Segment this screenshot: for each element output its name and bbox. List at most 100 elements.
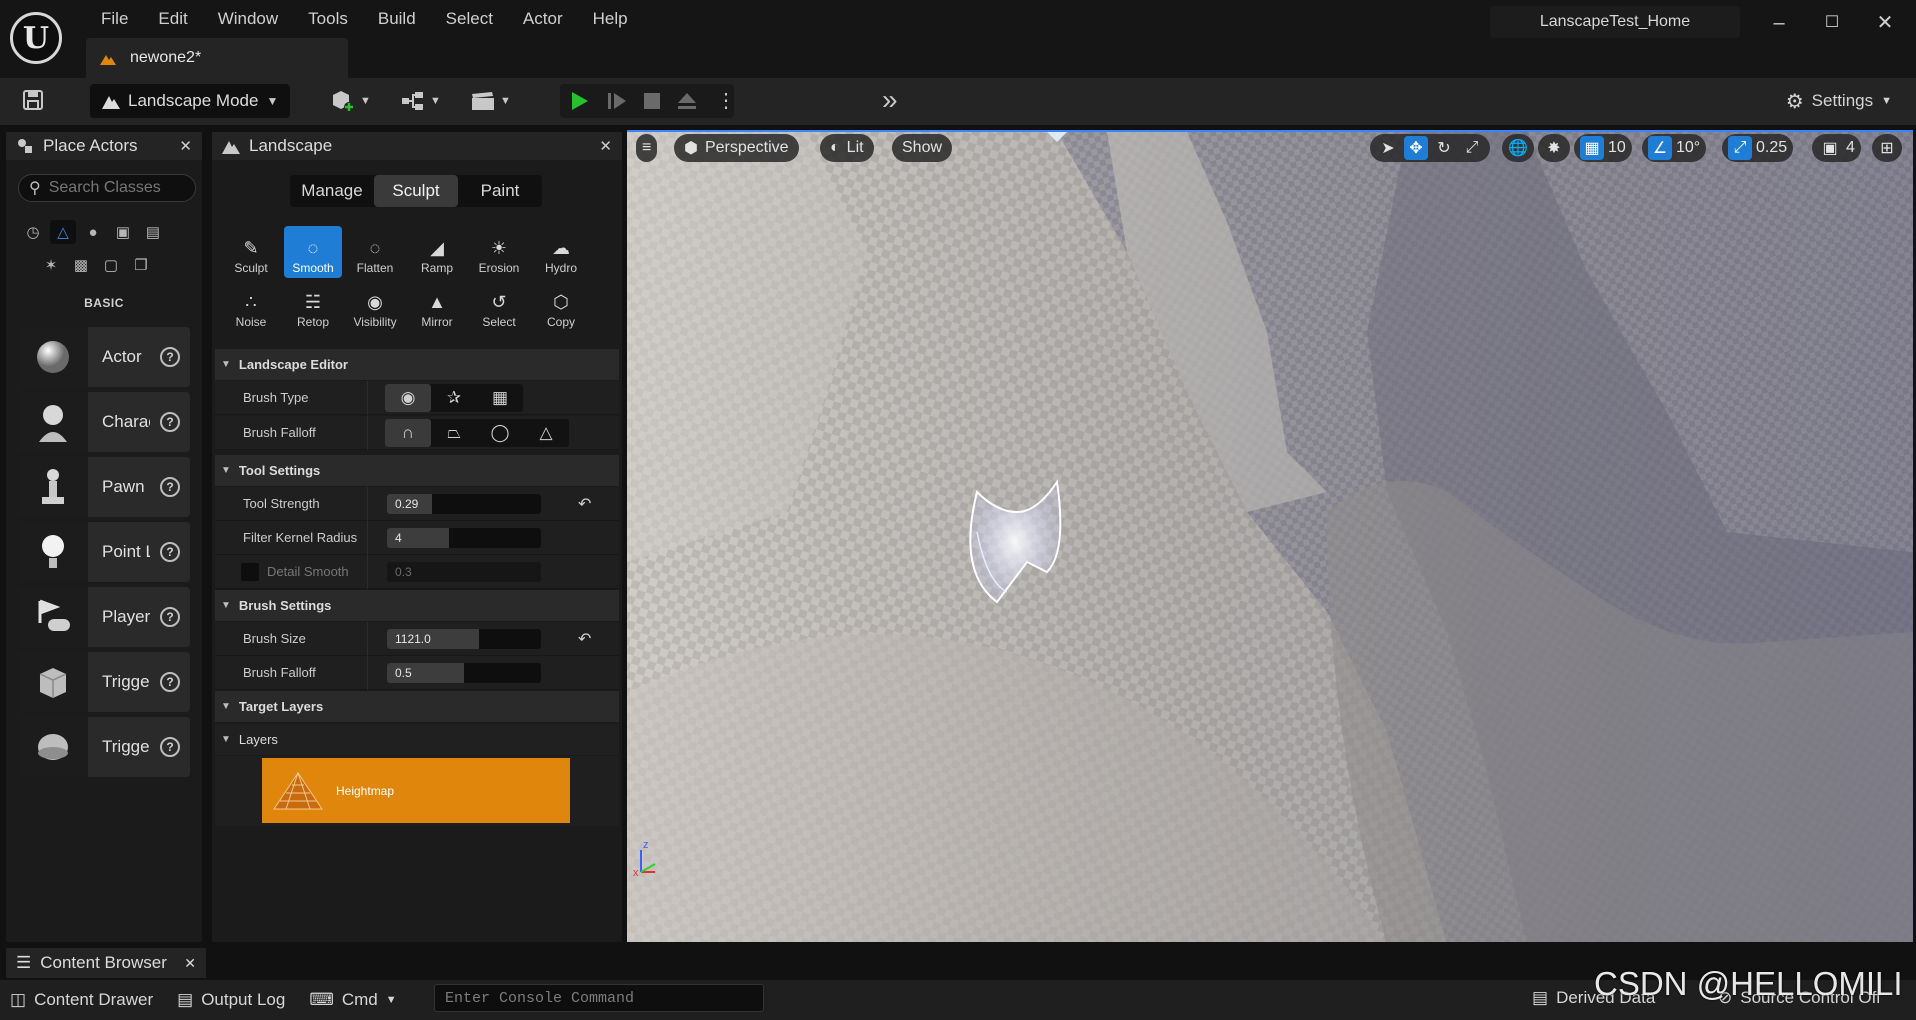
actor-item[interactable]: Player ? (18, 587, 190, 647)
actor-item[interactable]: Trigge ? (18, 717, 190, 777)
play-icon[interactable] (568, 90, 590, 117)
eject-icon[interactable] (676, 90, 698, 117)
camera-speed[interactable]: ▣ 4 (1812, 134, 1861, 162)
blueprints-button[interactable]: ▼ (400, 90, 441, 112)
tip-falloff-icon[interactable]: △ (523, 419, 569, 447)
menu-actor[interactable]: Actor (508, 8, 578, 30)
console-command-field[interactable] (445, 985, 755, 1011)
viewport-menu-button[interactable]: ≡ (636, 134, 658, 162)
surface-snap-button[interactable]: ✸ (1538, 134, 1570, 162)
actor-item[interactable]: Actor ? (18, 327, 190, 387)
detail-smooth-field[interactable]: 0.3 (387, 562, 541, 582)
close-icon[interactable]: ✕ (184, 955, 196, 972)
perspective-button[interactable]: ⬢ Perspective (674, 134, 799, 162)
visual-effects-icon[interactable]: ✶ (38, 253, 64, 277)
cinematics-button[interactable]: ▼ (470, 90, 511, 112)
help-icon[interactable]: ? (160, 737, 180, 757)
tool-select[interactable]: ↺ Select (470, 280, 528, 332)
help-icon[interactable]: ? (160, 542, 180, 562)
more-options-icon[interactable]: ⋮ (716, 88, 736, 113)
linear-falloff-icon[interactable]: ⏢ (431, 419, 477, 447)
close-icon[interactable]: ✕ (179, 137, 192, 155)
translate-icon[interactable]: ✥ (1404, 136, 1428, 160)
content-browser-tab[interactable]: ☰ Content Browser ✕ (6, 948, 206, 978)
level-viewport[interactable]: x z (627, 130, 1913, 942)
unreal-logo-icon[interactable]: U (10, 12, 62, 64)
reset-arrow-icon[interactable]: ↶ (578, 629, 591, 649)
section-brush-settings[interactable]: ▼ Brush Settings (215, 589, 619, 621)
view-mode-button[interactable]: ◐ Lit (820, 134, 874, 162)
tool-copy[interactable]: ⬡ Copy (532, 280, 590, 332)
tool-sculpt[interactable]: ✎ Sculpt (222, 226, 280, 278)
tool-strength-field[interactable]: 0.29 (387, 494, 541, 514)
reset-arrow-icon[interactable]: ↶ (578, 494, 591, 514)
actor-item[interactable]: Point L ? (18, 522, 190, 582)
tool-smooth[interactable]: ◌ Smooth (284, 226, 342, 278)
menu-edit[interactable]: Edit (143, 8, 202, 30)
tab-paint[interactable]: Paint (458, 175, 542, 207)
spherical-falloff-icon[interactable]: ◯ (477, 419, 523, 447)
output-log-button[interactable]: ▤ Output Log (167, 990, 295, 1010)
show-button[interactable]: Show (892, 134, 953, 162)
section-tool-settings[interactable]: ▼ Tool Settings (215, 454, 619, 486)
circle-brush-icon[interactable]: ◉ (385, 384, 431, 412)
brush-falloff-field[interactable]: 0.5 (387, 663, 541, 683)
volumes-icon[interactable]: ▢ (98, 253, 124, 277)
actor-item[interactable]: Pawn ? (18, 457, 190, 517)
tool-erosion[interactable]: ☀ Erosion (470, 226, 528, 278)
tool-noise[interactable]: ∴ Noise (222, 280, 280, 332)
help-icon[interactable]: ? (160, 412, 180, 432)
tool-mirror[interactable]: ▲ Mirror (408, 280, 466, 332)
scale-snap[interactable]: ⤢ 0.25 (1722, 134, 1794, 162)
section-layers[interactable]: ▼ Layers (215, 723, 619, 755)
menu-select[interactable]: Select (431, 8, 508, 30)
geometry-icon[interactable]: ▩ (68, 253, 94, 277)
tool-visibility[interactable]: ◉ Visibility (346, 280, 404, 332)
heightmap-layer[interactable]: Heightmap (262, 758, 570, 823)
shapes-icon[interactable]: ▣ (110, 220, 136, 244)
expand-toolbar-icon[interactable]: » (882, 86, 898, 114)
cmd-dropdown[interactable]: ⌨ Cmd ▼ (299, 990, 406, 1010)
document-tab[interactable]: newone2* (86, 38, 348, 78)
select-arrow-icon[interactable]: ➤ (1376, 136, 1400, 160)
section-target-layers[interactable]: ▼ Target Layers (215, 690, 619, 722)
section-landscape-editor[interactable]: ▼ Landscape Editor (215, 348, 619, 380)
smooth-falloff-icon[interactable]: ∩ (385, 419, 431, 447)
help-icon[interactable]: ? (160, 672, 180, 692)
menu-window[interactable]: Window (203, 8, 293, 30)
maximize-icon[interactable]: ☐ (1819, 10, 1845, 36)
all-classes-icon[interactable]: ❐ (128, 253, 154, 277)
settings-button[interactable]: ⚙ Settings ▼ (1786, 88, 1892, 114)
tab-sculpt[interactable]: Sculpt (374, 175, 458, 207)
basic-category-icon[interactable]: △ (50, 220, 76, 244)
content-drawer-button[interactable]: ◫ Content Drawer (0, 990, 163, 1010)
rotation-snap[interactable]: ∠ 10° (1642, 134, 1707, 162)
tool-hydro[interactable]: ☁ Hydro (532, 226, 590, 278)
step-icon[interactable] (606, 90, 628, 117)
help-icon[interactable]: ? (160, 347, 180, 367)
menu-file[interactable]: File (86, 8, 143, 30)
brush-size-field[interactable]: 1121.0 (387, 629, 541, 649)
menu-build[interactable]: Build (363, 8, 431, 30)
add-content-button[interactable]: ▼ (330, 89, 371, 113)
cinematic-icon[interactable]: ▤ (140, 220, 166, 244)
recent-icon[interactable]: ◷ (20, 220, 46, 244)
tool-ramp[interactable]: ◢ Ramp (408, 226, 466, 278)
help-icon[interactable]: ? (160, 607, 180, 627)
grid-snap[interactable]: ▦ 10 (1574, 134, 1632, 162)
lights-icon[interactable]: ● (80, 220, 106, 244)
place-actors-tab[interactable]: Place Actors ✕ (6, 132, 202, 160)
search-input[interactable] (48, 179, 179, 197)
close-icon[interactable]: ✕ (1872, 10, 1898, 36)
scale-icon[interactable]: ⤢ (1460, 136, 1484, 160)
actor-item[interactable]: Trigge ? (18, 652, 190, 712)
detail-smooth-checkbox[interactable] (241, 563, 259, 581)
actor-item[interactable]: Charac ? (18, 392, 190, 452)
filter-kernel-field[interactable]: 4 (387, 528, 541, 548)
pattern-brush-icon[interactable]: ▦ (477, 384, 523, 412)
minimize-icon[interactable]: – (1766, 10, 1792, 36)
world-local-button[interactable]: 🌐 (1502, 134, 1534, 162)
menu-help[interactable]: Help (578, 8, 643, 30)
tab-manage[interactable]: Manage (290, 175, 374, 207)
landscape-tab[interactable]: Landscape ✕ (212, 132, 622, 160)
